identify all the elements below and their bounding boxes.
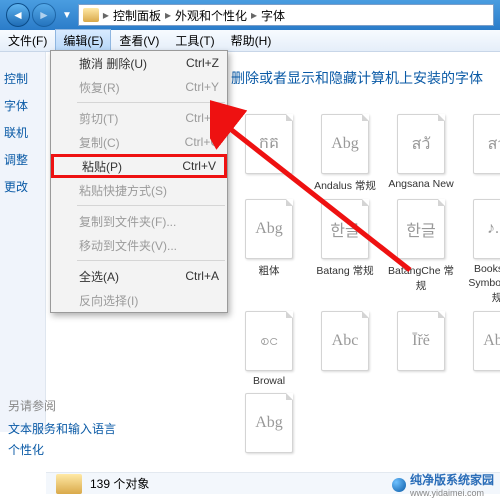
menu-item: 复制(C)Ctrl+C (51, 130, 227, 154)
breadcrumb-part[interactable]: 外观和个性化 (175, 7, 247, 24)
folder-icon (83, 8, 99, 22)
font-tile[interactable]: Īřĕ (388, 311, 454, 387)
menu-item[interactable]: 全选(A)Ctrl+A (51, 264, 227, 288)
menu-tools[interactable]: 工具(T) (167, 29, 222, 52)
left-nav-item[interactable]: 字体 (4, 97, 41, 114)
menu-item: 移动到文件夹(V)... (51, 233, 227, 257)
left-nav: 控制 字体 联机 调整 更改 (0, 52, 46, 432)
menu-help[interactable]: 帮助(H) (223, 29, 280, 52)
menu-item[interactable]: 撤消 删除(U)Ctrl+Z (51, 51, 227, 75)
see-also-title: 另请参阅 (8, 397, 116, 414)
font-tile[interactable]: ♪.♪Bookshelf Symbol 7 常规 (464, 199, 500, 305)
left-nav-item[interactable]: 调整 (4, 151, 41, 168)
breadcrumb-part[interactable]: 字体 (261, 7, 285, 24)
watermark-text: 纯净版系统家园 (410, 471, 494, 488)
font-tile[interactable]: စငBrowal (236, 311, 302, 387)
see-also-link[interactable]: 文本服务和输入语言 (8, 420, 116, 437)
menu-item: 复制到文件夹(F)... (51, 209, 227, 233)
nav-forward-button[interactable]: ► (32, 3, 56, 27)
menu-item[interactable]: 粘贴(P)Ctrl+V (51, 154, 227, 178)
watermark-url: www.yidaimei.com (410, 488, 494, 498)
left-nav-item[interactable]: 联机 (4, 124, 41, 141)
menu-edit[interactable]: 编辑(E) (55, 29, 111, 52)
breadcrumb-sep: ▸ (103, 8, 109, 22)
annotation-arrow (210, 80, 430, 290)
nav-back-button[interactable]: ◄ (6, 3, 30, 27)
font-tile[interactable]: Abg (464, 311, 500, 387)
font-tile[interactable]: สวั (464, 114, 500, 193)
left-nav-item[interactable]: 更改 (4, 178, 41, 195)
watermark-logo-icon (392, 478, 406, 492)
menu-view[interactable]: 查看(V) (111, 29, 167, 52)
menu-file[interactable]: 文件(F) (0, 29, 55, 52)
menu-item: 恢复(R)Ctrl+Y (51, 75, 227, 99)
folder-icon (56, 474, 82, 494)
nav-history-dropdown[interactable]: ▼ (62, 10, 72, 21)
font-tile[interactable]: Abc (312, 311, 378, 387)
see-also-panel: 另请参阅 文本服务和输入语言 个性化 (8, 397, 116, 462)
font-tile[interactable]: Abg (236, 393, 302, 457)
menu-item: 粘贴快捷方式(S) (51, 178, 227, 202)
menu-item: 反向选择(I) (51, 288, 227, 312)
breadcrumb-part[interactable]: 控制面板 (113, 7, 161, 24)
menu-item: 剪切(T)Ctrl+X (51, 106, 227, 130)
status-count: 139 个对象 (90, 475, 149, 492)
menu-bar: 文件(F) 编辑(E) 查看(V) 工具(T) 帮助(H) (0, 30, 500, 52)
edit-menu-dropdown: 撤消 删除(U)Ctrl+Z恢复(R)Ctrl+Y 剪切(T)Ctrl+X复制(C… (50, 50, 228, 313)
watermark: 纯净版系统家园 www.yidaimei.com (392, 471, 494, 498)
see-also-link[interactable]: 个性化 (8, 441, 116, 458)
left-nav-item[interactable]: 控制 (4, 70, 41, 87)
address-bar[interactable]: ▸ 控制面板 ▸ 外观和个性化 ▸ 字体 (78, 4, 494, 26)
window-titlebar: ◄ ► ▼ ▸ 控制面板 ▸ 外观和个性化 ▸ 字体 (0, 0, 500, 30)
